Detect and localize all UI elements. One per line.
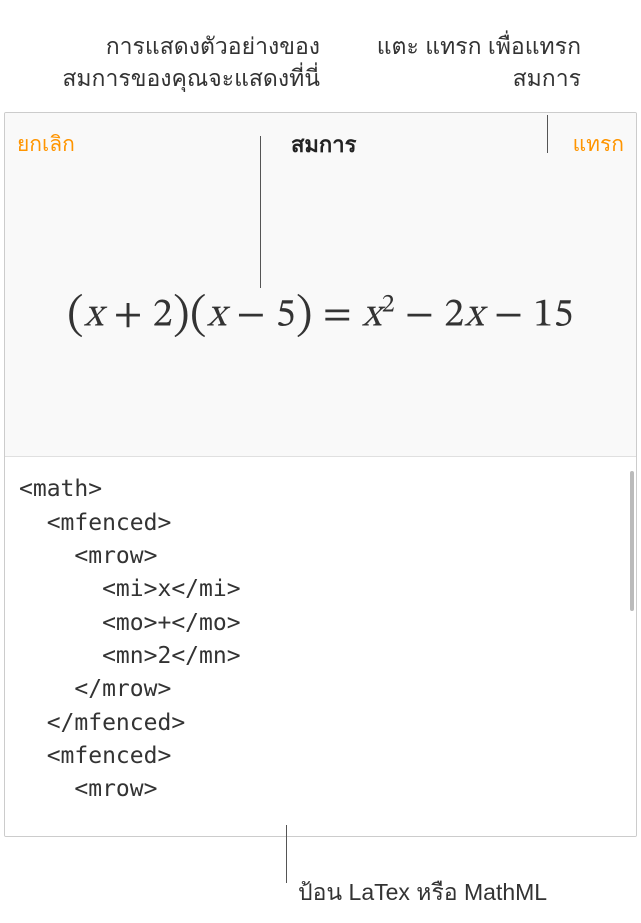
code-line: <mi>x</mi> — [19, 576, 241, 602]
equation-dialog: ยกเลิก สมการ แทรก (x + 2)(x − 5) = x2 − … — [4, 112, 637, 837]
code-line: <mo>+</mo> — [19, 610, 241, 636]
callout-line-preview — [260, 136, 261, 288]
code-line: </mfenced> — [19, 710, 185, 736]
code-line: <mn>2</mn> — [19, 643, 241, 669]
code-line: </mrow> — [19, 676, 171, 702]
callout-line-input — [286, 825, 287, 883]
code-line: <mrow> — [19, 543, 157, 569]
dialog-title: สมการ — [291, 127, 356, 162]
scrollbar-thumb[interactable] — [630, 471, 634, 611]
code-input-area[interactable]: <math> <mfenced> <mrow> <mi>x</mi> <mo>+… — [5, 456, 636, 836]
code-line: <mrow> — [19, 776, 157, 802]
annotation-input-label: ป้อน LaTex หรือ MathML — [298, 875, 547, 911]
annotation-preview-text: การแสดงตัวอย่างของสมการของคุณจะแสดงที่นี… — [60, 30, 320, 94]
insert-button[interactable]: แทรก — [573, 128, 624, 161]
code-line: <math> — [19, 476, 102, 502]
annotation-insert-text: แตะ แทรก เพื่อแทรกสมการ — [361, 30, 581, 94]
annotation-insert-label: แตะ แทรก เพื่อแทรกสมการ — [361, 30, 581, 94]
code-line: <mfenced> — [19, 510, 171, 536]
equation-preview-area: (x + 2)(x − 5) = x2 − 2x − 15 — [5, 176, 636, 456]
code-line: <mfenced> — [19, 743, 171, 769]
cancel-button[interactable]: ยกเลิก — [17, 128, 75, 161]
annotation-preview-label: การแสดงตัวอย่างของสมการของคุณจะแสดงที่นี… — [60, 30, 320, 94]
equation-preview: (x + 2)(x − 5) = x2 − 2x − 15 — [67, 287, 574, 345]
callout-line-insert — [547, 115, 548, 153]
dialog-toolbar: ยกเลิก สมการ แทรก — [5, 113, 636, 176]
